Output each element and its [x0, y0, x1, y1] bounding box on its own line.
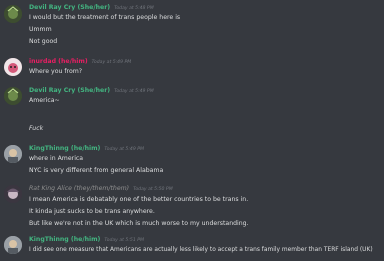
message-header: inurdad (he/him) Today at 5:49 PM	[29, 58, 131, 67]
message-header: KingThinng (he/him) Today at 5:51 PM	[29, 236, 144, 245]
timestamp: Today at 5:48 PM	[114, 6, 154, 11]
author-name[interactable]: KingThinng (he/him)	[29, 145, 100, 152]
message-text: Ummm	[29, 26, 52, 33]
author-name[interactable]: Rat King Alice (they/them/them)	[29, 185, 129, 192]
timestamp: Today at 5:49 PM	[104, 147, 144, 152]
user-avatar[interactable]	[4, 87, 22, 105]
message-text: Where you from?	[29, 68, 83, 75]
timestamp: Today at 5:49 PM	[114, 89, 154, 94]
author-name[interactable]: KingThinng (he/him)	[29, 236, 100, 243]
message-text: But like we're not in the UK which is mu…	[29, 220, 249, 227]
message-text: I did see one measure that Americans are…	[29, 247, 373, 253]
user-avatar[interactable]	[4, 145, 22, 163]
user-avatar[interactable]	[4, 236, 22, 254]
message-header: Devil Ray Cry (She/her) Today at 5:49 PM	[29, 87, 154, 96]
message-text: I would but the treatment of trans peopl…	[29, 14, 181, 21]
message-header: KingThinng (he/him) Today at 5:49 PM	[29, 145, 144, 154]
message-text: NYC is very different from general Alaba…	[29, 167, 164, 174]
message-text: I mean America is debatably one of the b…	[29, 196, 249, 203]
message-text: Fuck	[29, 125, 44, 132]
author-name[interactable]: inurdad (he/him)	[29, 58, 88, 65]
user-avatar[interactable]	[4, 5, 22, 23]
author-name[interactable]: Devil Ray Cry (She/her)	[29, 87, 110, 94]
timestamp: Today at 5:49 PM	[91, 60, 132, 65]
timestamp: Today at 5:51 PM	[104, 238, 144, 243]
message-text: It kinda just sucks to be trans anywhere…	[29, 208, 155, 215]
user-avatar[interactable]	[4, 58, 22, 76]
message-text: America~	[29, 97, 60, 104]
message-text: where in America	[29, 155, 84, 162]
message-text: Not good	[29, 38, 58, 45]
timestamp: Today at 5:50 PM	[133, 187, 173, 192]
author-name[interactable]: Devil Ray Cry (She/her)	[29, 4, 110, 11]
message-header: Rat King Alice (they/them/them) Today at …	[29, 185, 173, 194]
user-avatar[interactable]	[4, 185, 22, 203]
message-header: Devil Ray Cry (She/her) Today at 5:48 PM	[29, 4, 154, 13]
